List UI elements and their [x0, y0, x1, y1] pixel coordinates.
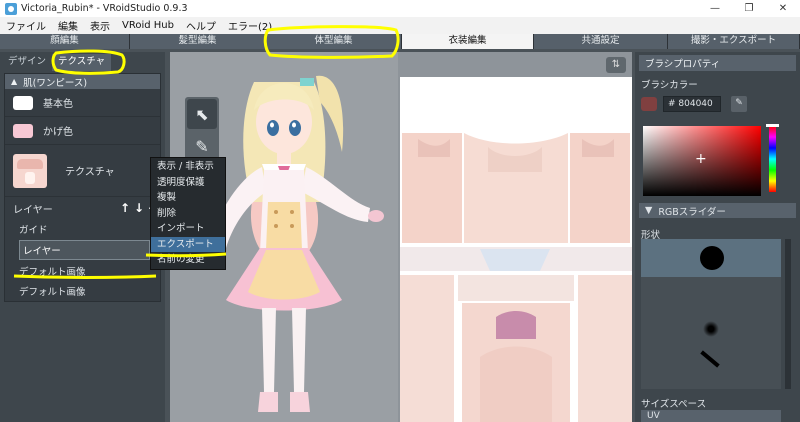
line-brush-icon[interactable] — [700, 350, 720, 368]
sub-tab-bar: デザイン テクスチャ — [0, 52, 165, 71]
menu-file[interactable]: ファイル — [6, 18, 46, 33]
rgb-slider-label: RGBスライダー — [658, 206, 726, 218]
view-toggle-icon[interactable]: ⇅ — [606, 57, 626, 73]
menu-bar: ファイル 編集 表示 VRoid Hub ヘルプ エラー(2) — [0, 17, 800, 34]
layer-item-guide[interactable]: ガイド — [5, 219, 160, 239]
brush-color-label: ブラシカラー — [641, 80, 698, 91]
tab-settings[interactable]: 共通設定 — [534, 34, 668, 49]
maximize-button[interactable]: ❐ — [732, 0, 766, 17]
shadow-color-swatch[interactable] — [13, 123, 33, 138]
subtab-texture[interactable]: テクスチャ — [52, 54, 112, 71]
hex-color-input[interactable]: # 804040 — [663, 96, 721, 112]
chevron-down-icon: ▼ — [645, 205, 653, 216]
cursor-select-icon[interactable]: ⬉ — [187, 99, 217, 129]
ctx-rename[interactable]: 名前の変更 — [151, 252, 225, 268]
shadow-color-row[interactable]: かげ色 — [5, 117, 160, 145]
hue-slider[interactable] — [769, 126, 776, 192]
tab-outfit[interactable]: 衣装編集 — [402, 34, 534, 49]
shadow-color-label: かげ色 — [43, 127, 73, 138]
tab-photo-export[interactable]: 撮影・エクスポート — [668, 34, 800, 49]
tab-hair[interactable]: 髪型編集 — [130, 34, 266, 49]
shape-list-scrollbar[interactable] — [785, 239, 791, 389]
editor-viewport: ⬉ ✎ ⇅ — [170, 52, 632, 422]
menu-errors[interactable]: エラー(2) — [228, 18, 272, 33]
close-button[interactable]: ✕ — [766, 0, 800, 17]
menu-vroid-hub[interactable]: VRoid Hub — [122, 20, 174, 31]
layer-item-default-2[interactable]: デフォルト画像 — [5, 281, 160, 301]
soft-round-brush-icon[interactable] — [703, 321, 719, 337]
size-space-select[interactable]: UV — [641, 410, 781, 422]
hue-slider-handle[interactable] — [766, 124, 779, 127]
mode-tab-bar: 顔編集 髪型編集 体型編集 衣装編集 共通設定 撮影・エクスポート — [0, 34, 800, 49]
ctx-import[interactable]: インポート — [151, 221, 225, 237]
ctx-duplicate[interactable]: 複製 — [151, 190, 225, 206]
window-title: Victoria_Rubin* - VRoidStudio 0.9.3 — [21, 3, 188, 14]
ctx-alpha-lock[interactable]: 透明度保護 — [151, 175, 225, 191]
layer-down-button[interactable]: ↓ — [132, 201, 146, 215]
sv-cursor: + — [695, 151, 707, 167]
saturation-value-picker[interactable]: + — [643, 126, 761, 196]
section-header[interactable]: ▲ 肌(ワンピース) — [5, 74, 160, 89]
brush-properties-panel: ブラシプロパティ ブラシカラー # 804040 ✎ + ▼ RGBスライダー … — [635, 52, 800, 422]
texture-label: テクスチャ — [65, 167, 115, 178]
brush-shape-list — [641, 239, 781, 389]
base-color-swatch[interactable] — [13, 95, 33, 110]
tab-face[interactable]: 顔編集 — [0, 34, 130, 49]
layer-label: レイヤー — [13, 204, 53, 216]
hard-round-brush-icon — [700, 246, 724, 270]
layer-header: レイヤー ↑ ↓ + — [5, 197, 160, 219]
menu-help[interactable]: ヘルプ — [186, 18, 216, 33]
brush-color-row: # 804040 ✎ — [635, 91, 800, 112]
ctx-delete[interactable]: 削除 — [151, 206, 225, 222]
uv-texture-canvas[interactable] — [400, 77, 632, 422]
ctx-toggle-visibility[interactable]: 表示 / 非表示 — [151, 159, 225, 175]
menu-edit[interactable]: 編集 — [58, 18, 78, 33]
window-app-icon — [5, 2, 17, 15]
layer-up-button[interactable]: ↑ — [118, 201, 132, 215]
texture-panel: デザイン テクスチャ ▲ 肌(ワンピース) 基本色 かげ色 テクスチャ レイヤー… — [0, 52, 165, 422]
skin-section: ▲ 肌(ワンピース) 基本色 かげ色 テクスチャ レイヤー ↑ ↓ + ガイド … — [4, 73, 161, 302]
base-color-label: 基本色 — [43, 99, 73, 110]
menu-view[interactable]: 表示 — [90, 18, 110, 33]
brush-color-swatch[interactable] — [641, 97, 657, 111]
color-picker-icon[interactable]: ✎ — [731, 96, 747, 112]
texture-row[interactable]: テクスチャ — [5, 145, 160, 197]
tab-body[interactable]: 体型編集 — [266, 34, 402, 49]
size-space-label: サイズスペース — [641, 399, 707, 410]
layer-item-default-1[interactable]: デフォルト画像 — [5, 261, 160, 281]
layer-context-menu: 表示 / 非表示 透明度保護 複製 削除 インポート エクスポート 名前の変更 — [150, 157, 226, 270]
title-bar: Victoria_Rubin* - VRoidStudio 0.9.3 — ❐ … — [0, 0, 800, 17]
uv-texture-image — [400, 77, 632, 422]
section-title: 肌(ワンピース) — [23, 77, 88, 89]
rgb-slider-toggle[interactable]: ▼ RGBスライダー — [639, 203, 796, 218]
subtab-design[interactable]: デザイン — [2, 54, 52, 71]
layer-item-selected[interactable]: レイヤー — [19, 240, 150, 260]
brush-properties-header: ブラシプロパティ — [639, 55, 796, 71]
minimize-button[interactable]: — — [698, 0, 732, 17]
base-color-row[interactable]: 基本色 — [5, 89, 160, 117]
collapse-arrow-icon: ▲ — [11, 77, 18, 86]
ctx-export[interactable]: エクスポート — [151, 236, 225, 252]
texture-thumbnail[interactable] — [13, 153, 47, 188]
